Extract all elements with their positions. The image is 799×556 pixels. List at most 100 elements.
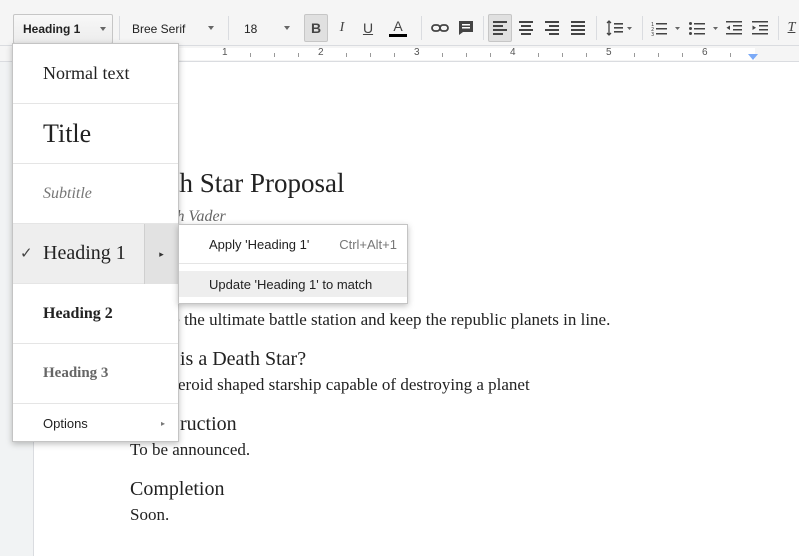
font-family-select[interactable]: Bree Serif (128, 14, 220, 44)
ruler-tick (466, 53, 467, 57)
ruler-tick (682, 53, 683, 57)
update-heading-1-menu-item[interactable]: Update 'Heading 1' to match (179, 271, 407, 297)
underline-label: U (362, 20, 374, 36)
toolbar: Heading 1 Bree Serif 18 B I U A 1 2 3 T (0, 0, 799, 46)
heading-1-submenu: Apply 'Heading 1' Ctrl+Alt+1 Update 'Hea… (178, 224, 408, 304)
style-option-label: Options (43, 415, 88, 431)
ruler-tick (634, 53, 635, 57)
font-size-value: 18 (244, 22, 258, 36)
clear-formatting-icon: T (787, 20, 796, 35)
style-option-heading-3[interactable]: Heading 3 (13, 344, 178, 404)
align-right-button[interactable] (540, 14, 564, 42)
ruler-tick (442, 53, 443, 57)
bold-button[interactable]: B (304, 14, 328, 42)
style-option-title[interactable]: Title (13, 104, 178, 164)
decrease-indent-button[interactable] (722, 14, 746, 42)
underline-button[interactable]: U (356, 14, 380, 42)
chevron-down-icon (100, 27, 106, 31)
submenu-arrow-button[interactable]: ▸ (144, 224, 178, 284)
paragraph-style-select[interactable]: Heading 1 (13, 14, 113, 44)
align-center-button[interactable] (514, 14, 538, 42)
ruler-tick (370, 53, 371, 57)
line-spacing-icon (606, 20, 632, 36)
italic-button[interactable]: I (330, 14, 354, 42)
chevron-down-icon (284, 26, 290, 30)
ruler-tick (586, 53, 587, 57)
toolbar-divider (596, 16, 597, 40)
ruler-tick (538, 53, 539, 57)
ruler-tick (562, 53, 563, 57)
line-spacing-button[interactable] (602, 14, 636, 42)
style-option-options[interactable]: Options ▸ (13, 404, 178, 442)
toolbar-divider (483, 16, 484, 40)
menu-divider (179, 263, 407, 264)
text-color-label: A (393, 18, 403, 34)
insert-comment-button[interactable] (454, 14, 478, 42)
text-color-swatch (389, 34, 407, 37)
comment-icon (459, 21, 473, 35)
paragraph-style-value: Heading 1 (23, 22, 81, 36)
text-color-button[interactable]: A (382, 14, 414, 42)
clear-formatting-button[interactable]: T (784, 14, 799, 42)
insert-link-button[interactable] (428, 14, 452, 42)
ruler-tick (730, 53, 731, 57)
font-family-value: Bree Serif (132, 22, 186, 36)
increase-indent-button[interactable] (748, 14, 772, 42)
chevron-down-icon (208, 26, 214, 30)
numbered-list-button[interactable]: 123 (648, 14, 684, 42)
ruler-tick (394, 53, 395, 57)
paragraph-style-menu: Normal text Title Subtitle ✓ Heading 1 ▸… (12, 43, 179, 442)
ruler-tick (274, 53, 275, 57)
numbered-list-icon: 123 (651, 22, 680, 36)
doc-heading: Completion (130, 478, 225, 500)
doc-body-line: Soon. (130, 505, 170, 524)
bulleted-list-icon (689, 22, 718, 35)
style-option-normal-text[interactable]: Normal text (13, 44, 178, 104)
link-icon (431, 24, 449, 32)
toolbar-divider (119, 16, 120, 40)
chevron-right-icon: ▸ (161, 419, 166, 428)
align-left-icon (493, 21, 507, 35)
ruler-number: 5 (606, 47, 612, 58)
style-option-label: Heading 1 (43, 242, 126, 264)
italic-label: I (339, 20, 345, 35)
style-option-subtitle[interactable]: Subtitle (13, 164, 178, 224)
menu-item-label: Update 'Heading 1' to match (209, 276, 373, 292)
doc-body-line: ate the ultimate battle station and keep… (160, 310, 611, 329)
doc-title: th Star Proposal (172, 168, 345, 198)
style-option-label: Heading 3 (43, 365, 109, 381)
doc-body-line: To be announced. (130, 440, 251, 459)
decrease-indent-icon (726, 21, 742, 35)
align-right-icon (545, 21, 559, 35)
align-justify-icon (571, 21, 585, 35)
bulleted-list-button[interactable] (686, 14, 722, 42)
style-option-label: Title (43, 118, 92, 148)
toolbar-divider (421, 16, 422, 40)
ruler-tick (346, 53, 347, 57)
align-left-button[interactable] (488, 14, 512, 42)
keyboard-shortcut: Ctrl+Alt+1 (339, 237, 397, 252)
ruler-number: 1 (222, 47, 228, 58)
right-indent-marker[interactable] (748, 54, 758, 60)
style-option-heading-1[interactable]: ✓ Heading 1 ▸ (13, 224, 178, 284)
ruler-number: 3 (414, 47, 420, 58)
ruler-tick (490, 53, 491, 57)
align-center-icon (519, 21, 533, 35)
toolbar-divider (778, 16, 779, 40)
svg-text:3: 3 (651, 32, 654, 36)
apply-heading-1-menu-item[interactable]: Apply 'Heading 1' Ctrl+Alt+1 (179, 231, 407, 257)
style-option-label: Heading 2 (43, 304, 113, 322)
ruler-number: 2 (318, 47, 324, 58)
chevron-right-icon: ▸ (159, 248, 164, 259)
bold-label: B (310, 20, 322, 36)
toolbar-divider (228, 16, 229, 40)
ruler-tick (298, 53, 299, 57)
ruler-number: 6 (702, 47, 708, 58)
doc-body-line: eroid shaped starship capable of destroy… (178, 375, 530, 394)
align-justify-button[interactable] (566, 14, 590, 42)
style-option-heading-2[interactable]: Heading 2 (13, 284, 178, 344)
font-size-select[interactable]: 18 (240, 14, 296, 44)
toolbar-divider (642, 16, 643, 40)
ruler-tick (250, 53, 251, 57)
ruler-tick (658, 53, 659, 57)
